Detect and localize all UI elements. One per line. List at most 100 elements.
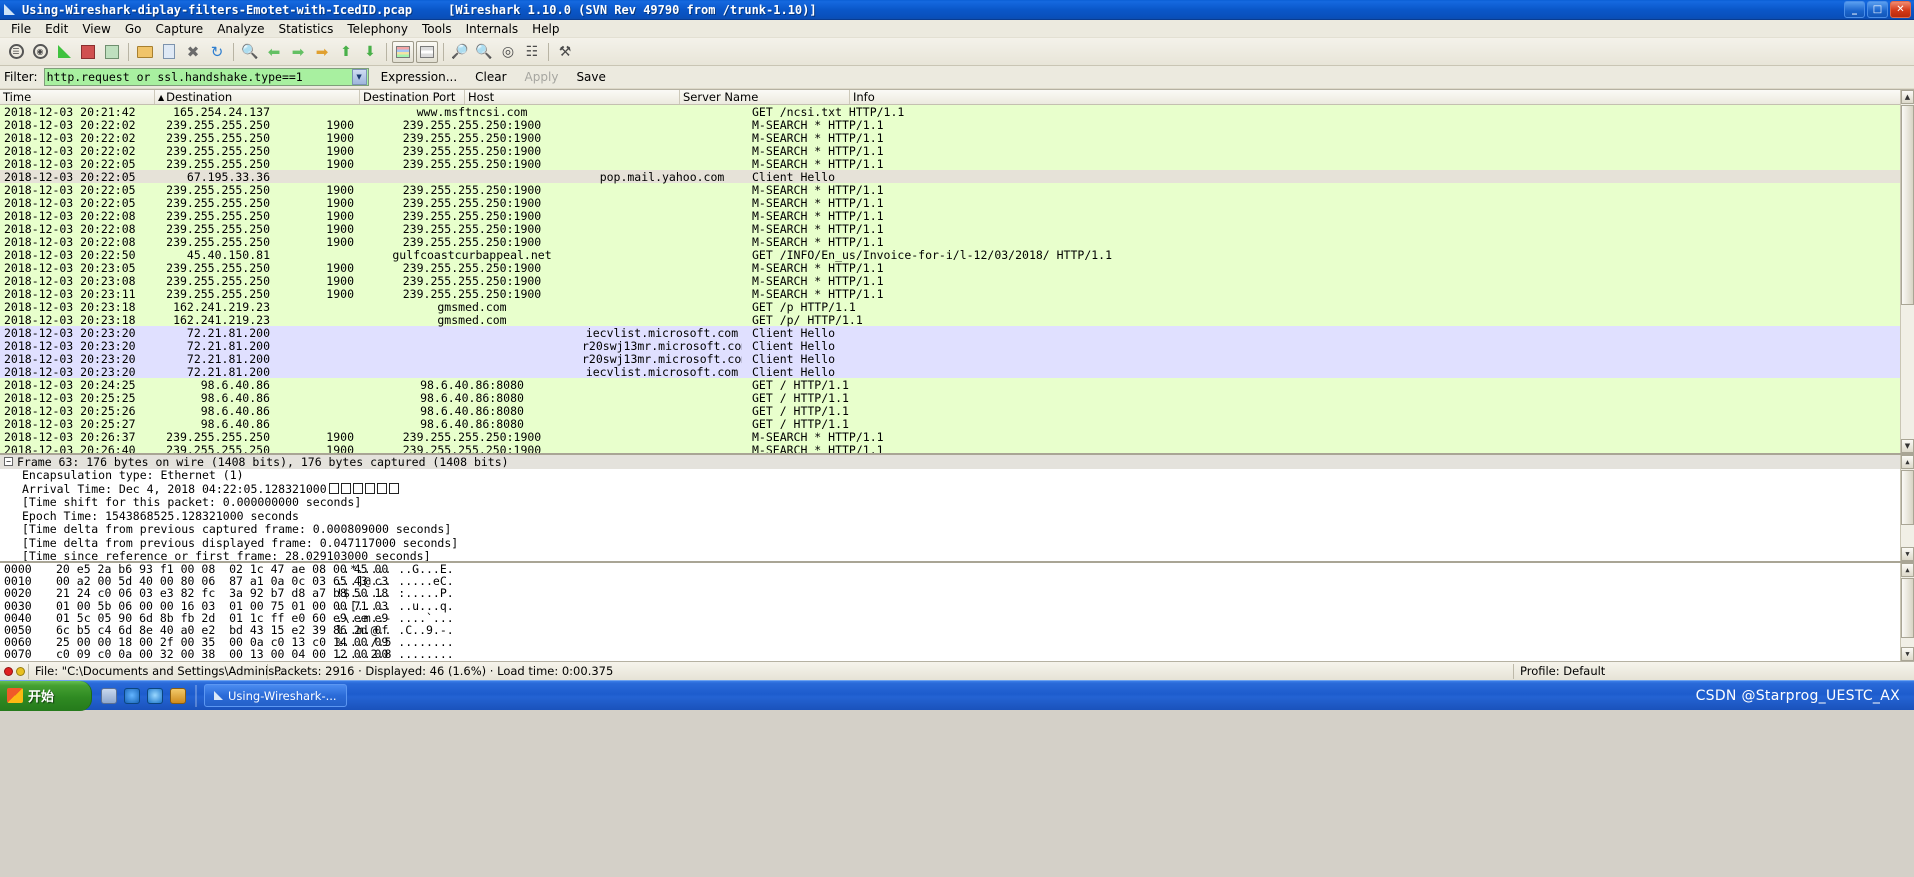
table-row[interactable]: 2018-12-03 20:22:02 239.255.255.250 1900 23…: [0, 131, 1914, 145]
collapse-minus-icon[interactable]: −: [4, 457, 13, 467]
go-to-packet-icon[interactable]: ➡: [311, 41, 333, 63]
menu-statistics[interactable]: Statistics: [271, 21, 340, 37]
column-header-destination-port[interactable]: Destination Port: [360, 90, 465, 104]
table-row[interactable]: 2018-12-03 20:21:42 165.254.24.137 www.msf…: [0, 105, 1914, 119]
menu-analyze[interactable]: Analyze: [210, 21, 271, 37]
go-forward-icon[interactable]: ➡: [287, 41, 309, 63]
save-filter-button[interactable]: Save: [570, 69, 611, 85]
table-row[interactable]: 2018-12-03 20:23:05 239.255.255.250 1900 23…: [0, 261, 1914, 275]
column-header-destination[interactable]: ▲ Destination: [155, 90, 360, 104]
find-packet-icon[interactable]: 🔍: [239, 41, 261, 63]
menu-edit[interactable]: Edit: [38, 21, 75, 37]
column-header-server-name[interactable]: Server Name: [680, 90, 850, 104]
detail-scrollbar[interactable]: ▲ ▼: [1900, 455, 1914, 561]
start-capture-icon[interactable]: [53, 41, 75, 63]
table-row[interactable]: 2018-12-03 20:26:37 239.255.255.250 1900 23…: [0, 430, 1914, 444]
colorize-icon[interactable]: [392, 40, 414, 63]
hex-scroll-down-icon[interactable]: ▼: [1901, 647, 1914, 661]
zoom-in-icon[interactable]: 🔎: [449, 41, 471, 63]
detail-scroll-thumb[interactable]: [1901, 470, 1914, 525]
detail-scroll-down-icon[interactable]: ▼: [1901, 547, 1914, 561]
column-header-time[interactable]: Time: [0, 90, 155, 104]
detail-line[interactable]: [Time shift for this packet: 0.000000000…: [0, 495, 1914, 509]
detail-line[interactable]: Encapsulation type: Ethernet (1): [0, 468, 1914, 482]
packet-details-pane[interactable]: − Frame 63: 176 bytes on wire (1408 bits…: [0, 453, 1914, 561]
filter-input-wrapper[interactable]: http.request or ssl.handshake.type==1 ▼: [43, 68, 369, 86]
detail-line[interactable]: [Time since reference or first frame: 28…: [0, 549, 1914, 561]
menu-telephony[interactable]: Telephony: [340, 21, 415, 37]
hex-row[interactable]: 0080ff 01 00 01 00 00 17 00 15 00 00 12 …: [0, 660, 1914, 661]
go-back-icon[interactable]: ⬅: [263, 41, 285, 63]
hex-scroll-thumb[interactable]: [1901, 578, 1914, 638]
menu-view[interactable]: View: [75, 21, 117, 37]
menu-internals[interactable]: Internals: [459, 21, 526, 37]
table-row[interactable]: 2018-12-03 20:22:08 239.255.255.250 1900 23…: [0, 235, 1914, 249]
zoom-normal-icon[interactable]: ◎: [497, 41, 519, 63]
menu-capture[interactable]: Capture: [148, 21, 210, 37]
hex-scroll-up-icon[interactable]: ▲: [1901, 563, 1914, 577]
table-row[interactable]: 2018-12-03 20:24:25 98.6.40.86 98.6.40.86:…: [0, 378, 1914, 392]
table-row[interactable]: 2018-12-03 20:25:26 98.6.40.86 98.6.40.86:…: [0, 404, 1914, 418]
scroll-down-icon[interactable]: ▼: [1901, 439, 1914, 453]
apply-filter-button[interactable]: Apply: [519, 69, 565, 85]
packet-list-pane[interactable]: Time ▲ Destination Destination Port Host …: [0, 89, 1914, 453]
go-last-packet-icon[interactable]: ⬇: [359, 41, 381, 63]
packet-bytes-pane[interactable]: 0000 20 e5 2a b6 93 f1 00 08 02 1c 47 ae …: [0, 561, 1914, 661]
table-row[interactable]: 2018-12-03 20:22:08 239.255.255.250 1900 23…: [0, 209, 1914, 223]
table-row[interactable]: 2018-12-03 20:23:20 72.21.81.200 r20swj13m…: [0, 352, 1914, 366]
zoom-out-icon[interactable]: 🔍: [473, 41, 495, 63]
table-row[interactable]: 2018-12-03 20:22:02 239.255.255.250 1900 23…: [0, 144, 1914, 158]
stop-capture-icon[interactable]: [77, 41, 99, 63]
internet-explorer-icon[interactable]: [124, 687, 140, 704]
taskbar-window-button[interactable]: Using-Wireshark-...: [204, 684, 347, 707]
reload-file-icon[interactable]: ↻: [206, 41, 228, 63]
table-row[interactable]: 2018-12-03 20:22:05 239.255.255.250 1900 23…: [0, 157, 1914, 171]
table-row[interactable]: 2018-12-03 20:23:08 239.255.255.250 1900 23…: [0, 274, 1914, 288]
clear-filter-button[interactable]: Clear: [469, 69, 512, 85]
restart-capture-icon[interactable]: [101, 41, 123, 63]
table-row[interactable]: 2018-12-03 20:22:05 67.195.33.36 pop.mail.…: [0, 170, 1914, 184]
table-row[interactable]: 2018-12-03 20:22:05 239.255.255.250 1900 23…: [0, 183, 1914, 197]
table-row[interactable]: 2018-12-03 20:23:11 239.255.255.250 1900 23…: [0, 287, 1914, 301]
list-interfaces-icon[interactable]: ☰: [5, 41, 27, 63]
table-row[interactable]: 2018-12-03 20:23:18 162.241.219.23 gmsmed.…: [0, 313, 1914, 327]
minimize-button[interactable]: _: [1844, 1, 1865, 18]
chevron-down-icon[interactable]: ▼: [351, 69, 367, 85]
detail-line[interactable]: Arrival Time: Dec 4, 2018 04:22:05.12832…: [0, 482, 1914, 496]
resize-columns-icon[interactable]: ☷: [521, 41, 543, 63]
table-row[interactable]: 2018-12-03 20:22:08 239.255.255.250 1900 23…: [0, 222, 1914, 236]
table-row[interactable]: 2018-12-03 20:22:50 45.40.150.81 gulfcoast…: [0, 248, 1914, 262]
hex-scrollbar[interactable]: ▲ ▼: [1900, 563, 1914, 661]
close-file-icon[interactable]: ✖: [182, 41, 204, 63]
table-row[interactable]: 2018-12-03 20:26:40 239.255.255.250 1900 23…: [0, 443, 1914, 453]
column-header-host[interactable]: Host: [465, 90, 680, 104]
open-file-icon[interactable]: [134, 41, 156, 63]
detail-line[interactable]: Epoch Time: 1543868525.128321000 seconds: [0, 509, 1914, 523]
go-first-packet-icon[interactable]: ⬆: [335, 41, 357, 63]
capture-filters-icon[interactable]: ⚒: [554, 41, 576, 63]
capture-options-icon[interactable]: ◉: [29, 41, 51, 63]
auto-scroll-icon[interactable]: [416, 40, 438, 63]
table-row[interactable]: 2018-12-03 20:22:02 239.255.255.250 1900 23…: [0, 118, 1914, 132]
table-row[interactable]: 2018-12-03 20:25:25 98.6.40.86 98.6.40.86:…: [0, 391, 1914, 405]
detail-root-row[interactable]: − Frame 63: 176 bytes on wire (1408 bits…: [0, 455, 1914, 469]
outlook-icon[interactable]: [170, 687, 186, 704]
save-file-icon[interactable]: [158, 41, 180, 63]
menu-tools[interactable]: Tools: [415, 21, 459, 37]
close-button[interactable]: ✕: [1890, 1, 1911, 18]
start-button[interactable]: 开始: [0, 680, 92, 711]
table-row[interactable]: 2018-12-03 20:23:20 72.21.81.200 iecvlist.…: [0, 326, 1914, 340]
table-row[interactable]: 2018-12-03 20:25:27 98.6.40.86 98.6.40.86:…: [0, 417, 1914, 431]
maximize-button[interactable]: □: [1867, 1, 1888, 18]
table-row[interactable]: 2018-12-03 20:23:20 72.21.81.200 r20swj13m…: [0, 339, 1914, 353]
detail-scroll-up-icon[interactable]: ▲: [1901, 455, 1914, 469]
scroll-thumb[interactable]: [1901, 105, 1914, 305]
media-player-icon[interactable]: [147, 687, 163, 704]
table-row[interactable]: 2018-12-03 20:22:05 239.255.255.250 1900 23…: [0, 196, 1914, 210]
packet-list-scrollbar[interactable]: ▲ ▼: [1900, 90, 1914, 453]
menu-help[interactable]: Help: [525, 21, 566, 37]
status-profile[interactable]: Profile: Default: [1514, 662, 1914, 680]
menu-go[interactable]: Go: [118, 21, 149, 37]
expression-button[interactable]: Expression...: [375, 69, 464, 85]
scroll-up-icon[interactable]: ▲: [1901, 90, 1914, 104]
